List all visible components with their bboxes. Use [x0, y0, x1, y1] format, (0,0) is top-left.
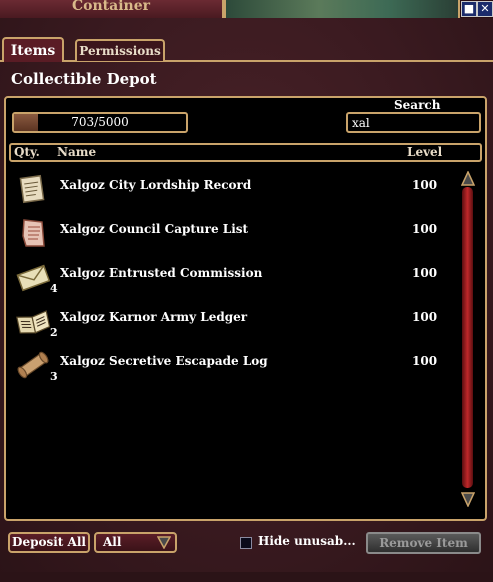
capacity-text: 703/5000: [71, 115, 129, 129]
column-name[interactable]: Name: [57, 145, 96, 160]
hide-unusable-label: Hide unusab...: [258, 534, 356, 548]
chevron-down-icon: [157, 536, 171, 549]
tab-permissions-label: Permissions: [79, 44, 161, 58]
item-level: 100: [412, 354, 438, 368]
title-bar[interactable]: Container ■ ✕: [0, 0, 493, 18]
item-qty: 4: [50, 282, 58, 295]
search-input[interactable]: [346, 112, 481, 133]
remove-item-button[interactable]: Remove Item: [366, 532, 481, 554]
container-window: Container ■ ✕ Items Permissions Collecti…: [0, 0, 493, 582]
list-item[interactable]: 4 Xalgoz Entrusted Commission 100: [16, 260, 456, 300]
title-area: Container: [0, 0, 224, 18]
search-label: Search: [394, 98, 441, 112]
item-name: Xalgoz Entrusted Commission: [60, 266, 263, 280]
window-title: Container: [72, 0, 150, 14]
capacity-bar: 703/5000: [12, 112, 188, 133]
item-level: 100: [412, 266, 438, 280]
item-level: 100: [412, 178, 438, 192]
item-level: 100: [412, 310, 438, 324]
envelope-icon: [16, 264, 50, 292]
list-item[interactable]: 3 Xalgoz Secretive Escapade Log 100: [16, 348, 456, 388]
item-name: Xalgoz Karnor Army Ledger: [60, 310, 248, 324]
column-level[interactable]: Level: [407, 145, 442, 160]
active-tab-gap: [4, 60, 62, 62]
pin-icon[interactable]: ■: [461, 1, 477, 17]
item-qty: 3: [50, 370, 58, 383]
tab-permissions[interactable]: Permissions: [75, 39, 165, 61]
item-level: 100: [412, 222, 438, 236]
item-name: Xalgoz Council Capture List: [60, 222, 249, 236]
scroll-up-arrow-icon[interactable]: [461, 171, 475, 187]
torn-scroll-icon: [22, 219, 45, 247]
item-name: Xalgoz City Lordship Record: [60, 178, 252, 192]
item-qty: 2: [50, 326, 58, 339]
close-icon[interactable]: ✕: [477, 1, 493, 17]
rolled-scroll-icon: [17, 351, 49, 379]
filter-select[interactable]: All: [94, 532, 177, 553]
deposit-all-button[interactable]: Deposit All: [8, 532, 90, 553]
hide-unusable-checkbox[interactable]: [240, 537, 252, 549]
tab-items-label: Items: [10, 43, 56, 59]
filter-value: All: [103, 535, 122, 549]
scrollbar[interactable]: [462, 187, 473, 488]
depot-title: Collectible Depot: [11, 70, 157, 88]
tab-divider: [0, 60, 493, 62]
open-book-icon: [16, 310, 50, 334]
tab-items[interactable]: Items: [2, 37, 64, 62]
item-name: Xalgoz Secretive Escapade Log: [60, 354, 268, 368]
column-qty[interactable]: Qty.: [14, 145, 40, 160]
list-item[interactable]: Xalgoz Council Capture List 100: [16, 216, 456, 256]
window-bottom-edge: [0, 572, 493, 582]
column-header: Qty. Name Level: [9, 143, 482, 162]
title-scene-decoration: [224, 0, 460, 18]
list-item[interactable]: Xalgoz City Lordship Record 100: [16, 172, 456, 212]
scroll-down-arrow-icon[interactable]: [461, 491, 475, 507]
scroll-icon: [19, 174, 45, 204]
list-item[interactable]: 2 Xalgoz Karnor Army Ledger 100: [16, 304, 456, 344]
